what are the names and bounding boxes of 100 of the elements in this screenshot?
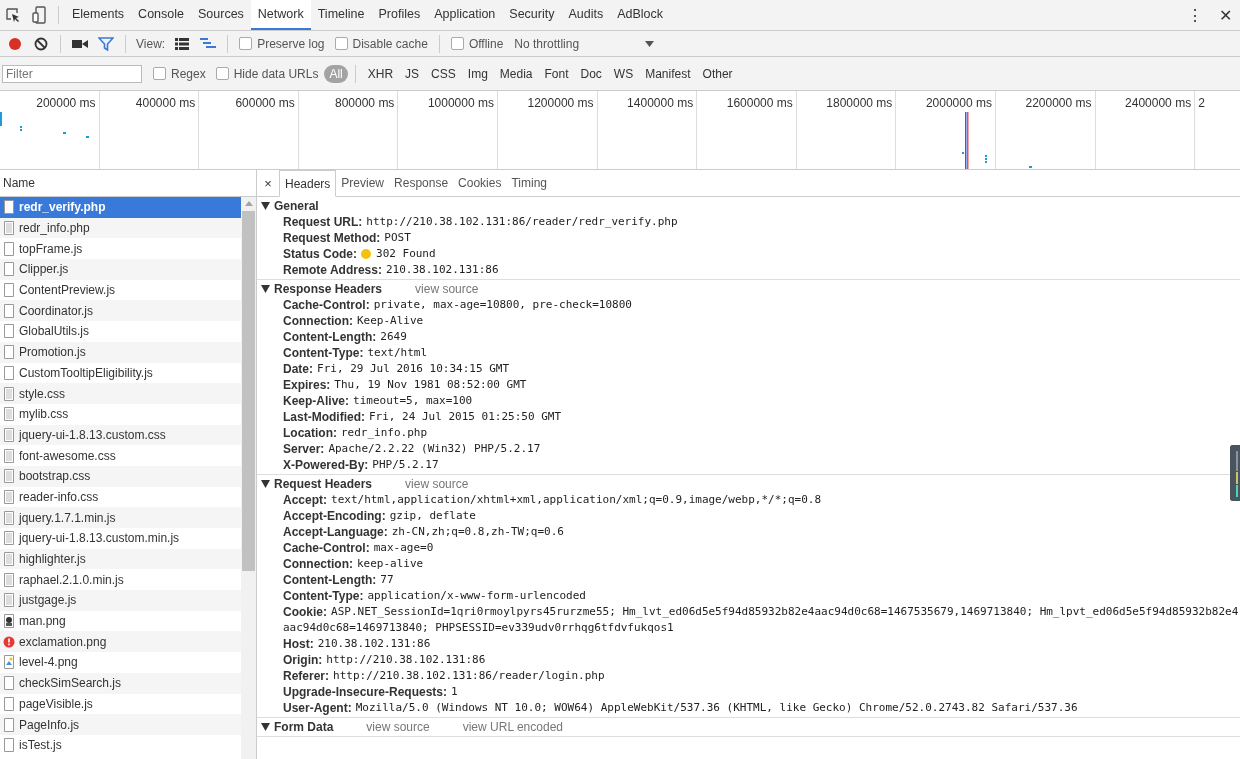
type-filter[interactable]: CSS: [426, 64, 461, 83]
section-title[interactable]: Form Data: [274, 720, 334, 734]
panel-tab[interactable]: Console: [131, 0, 191, 30]
panel-tab[interactable]: Profiles: [371, 0, 428, 30]
time-tick: 2: [1198, 96, 1205, 110]
time-tick: 1200000 ms: [527, 96, 594, 110]
request-row[interactable]: CustomTooltipEligibility.js: [0, 362, 241, 384]
camera-icon[interactable]: [72, 37, 88, 50]
request-row[interactable]: raphael.2.1.0.min.js: [0, 569, 241, 591]
throttling-dropdown[interactable]: No throttling: [514, 36, 655, 51]
request-row[interactable]: GlobalUtils.js: [0, 321, 241, 342]
request-row[interactable]: justgage.js: [0, 590, 241, 611]
header-line: Accept-Encoding: gzip, deflate: [283, 508, 477, 524]
document-icon: [3, 738, 15, 753]
close-button[interactable]: ×: [257, 175, 279, 191]
panel-tab[interactable]: Network: [250, 0, 311, 30]
request-row[interactable]: font-awesome.css: [0, 445, 241, 466]
panel-tab[interactable]: Sources: [191, 0, 251, 30]
request-row[interactable]: jquery.1.7.1.min.js: [0, 507, 241, 528]
section-title[interactable]: Response Headers: [274, 282, 383, 296]
detail-tab[interactable]: Response: [389, 170, 454, 196]
request-row[interactable]: Coordinator.js: [0, 300, 241, 322]
scroll-thumb[interactable]: [242, 211, 255, 571]
request-row[interactable]: ContentPreview.js: [0, 279, 241, 301]
request-row[interactable]: checkSimSearch.js: [0, 672, 241, 694]
view-source-link[interactable]: view source: [405, 477, 469, 491]
request-row[interactable]: Promotion.js: [0, 341, 241, 363]
view-source-link[interactable]: view URL encoded: [462, 720, 563, 734]
request-row[interactable]: jquery-ui-1.8.13.custom.min.js: [0, 528, 241, 549]
close-button[interactable]: ✕: [1211, 5, 1240, 25]
view-source-link[interactable]: view source: [366, 720, 430, 734]
record-icon[interactable]: [8, 36, 22, 51]
expand-triangle-icon[interactable]: [261, 285, 270, 293]
type-filter[interactable]: Doc: [575, 64, 607, 83]
checkbox[interactable]: Hide data URLs: [215, 66, 319, 81]
request-row[interactable]: highlighter.js: [0, 548, 241, 570]
expand-triangle-icon[interactable]: [261, 480, 270, 488]
more-menu-button[interactable]: ⋮: [1179, 5, 1211, 25]
request-row[interactable]: jquery-ui-1.8.13.custom.css: [0, 424, 241, 446]
detail-tab[interactable]: Preview: [336, 170, 390, 196]
detail-tab[interactable]: Timing: [506, 170, 552, 196]
filter-icon[interactable]: [98, 36, 114, 51]
status-dot-icon: [361, 249, 371, 259]
checkbox[interactable]: Disable cache: [334, 36, 428, 51]
type-filter[interactable]: XHR: [362, 64, 399, 83]
inspect-icon[interactable]: [5, 7, 21, 23]
request-row[interactable]: bootstrap.css: [0, 465, 241, 487]
clear-icon[interactable]: [34, 36, 48, 51]
request-row[interactable]: redr_verify.php: [0, 197, 241, 218]
type-filter[interactable]: JS: [400, 64, 425, 83]
request-row[interactable]: level-4.png: [0, 652, 241, 673]
expand-triangle-icon[interactable]: [261, 723, 270, 731]
type-filter[interactable]: Font: [539, 64, 574, 83]
type-filter[interactable]: Manifest: [640, 64, 696, 83]
request-row[interactable]: Clipper.js: [0, 259, 241, 280]
checkbox[interactable]: Preserve log: [239, 36, 325, 51]
request-row[interactable]: isTest.js: [0, 734, 241, 756]
view-source-link[interactable]: view source: [415, 282, 479, 296]
document-icon: [3, 283, 15, 298]
filter-field[interactable]: Filter: [2, 64, 142, 83]
checkbox[interactable]: Offline: [450, 36, 504, 51]
panel-tab[interactable]: Elements: [65, 0, 132, 30]
person-image-icon: [3, 614, 15, 629]
device-icon[interactable]: [32, 6, 46, 24]
panel-tab[interactable]: AdBlock: [610, 0, 671, 30]
type-filter[interactable]: Other: [697, 64, 738, 83]
section-title[interactable]: General: [274, 199, 319, 213]
caret-icon: [645, 40, 655, 47]
request-row[interactable]: mylib.css: [0, 403, 241, 425]
detail-tab[interactable]: Headers: [279, 170, 337, 197]
request-row[interactable]: topFrame.js: [0, 238, 241, 260]
type-filter[interactable]: Img: [462, 64, 493, 83]
time-tick: 800000 ms: [335, 96, 395, 110]
section-title[interactable]: Request Headers: [274, 477, 373, 491]
type-filter[interactable]: Media: [494, 64, 538, 83]
panel-tab[interactable]: Timeline: [310, 0, 372, 30]
panel-tab[interactable]: Security: [502, 0, 562, 30]
panel-tab[interactable]: Application: [427, 0, 503, 30]
checkbox[interactable]: Regex: [153, 66, 206, 81]
type-filter[interactable]: WS: [608, 64, 639, 83]
header-line: Accept-Language: zh-CN,zh;q=0.8,zh-TW;q=0.6: [283, 524, 565, 540]
request-row[interactable]: pageVisible.js: [0, 693, 241, 715]
list-view-icon[interactable]: [175, 37, 190, 50]
request-row[interactable]: exclamation.png: [0, 631, 241, 653]
waterfall-icon[interactable]: [200, 37, 217, 50]
request-row[interactable]: man.png: [0, 610, 241, 632]
text-file-icon: [3, 407, 15, 422]
request-row[interactable]: style.css: [0, 383, 241, 404]
scrollbar[interactable]: [241, 197, 256, 759]
request-row[interactable]: redr_info.php: [0, 217, 241, 239]
header-line: Connection: keep-alive: [283, 556, 425, 572]
expand-triangle-icon[interactable]: [261, 202, 270, 210]
request-row[interactable]: reader-info.css: [0, 486, 241, 508]
time-tick: 2200000 ms: [1025, 96, 1092, 110]
header-line: X-Powered-By: PHP/5.2.17: [283, 457, 440, 473]
detail-tab[interactable]: Cookies: [453, 170, 507, 196]
panel-tab[interactable]: Audits: [561, 0, 611, 30]
time-tick: 200000 ms: [36, 96, 96, 110]
header-line: Cache-Control: private, max-age=10800, pre-check=10800: [283, 297, 633, 313]
request-row[interactable]: PageInfo.js: [0, 714, 241, 735]
